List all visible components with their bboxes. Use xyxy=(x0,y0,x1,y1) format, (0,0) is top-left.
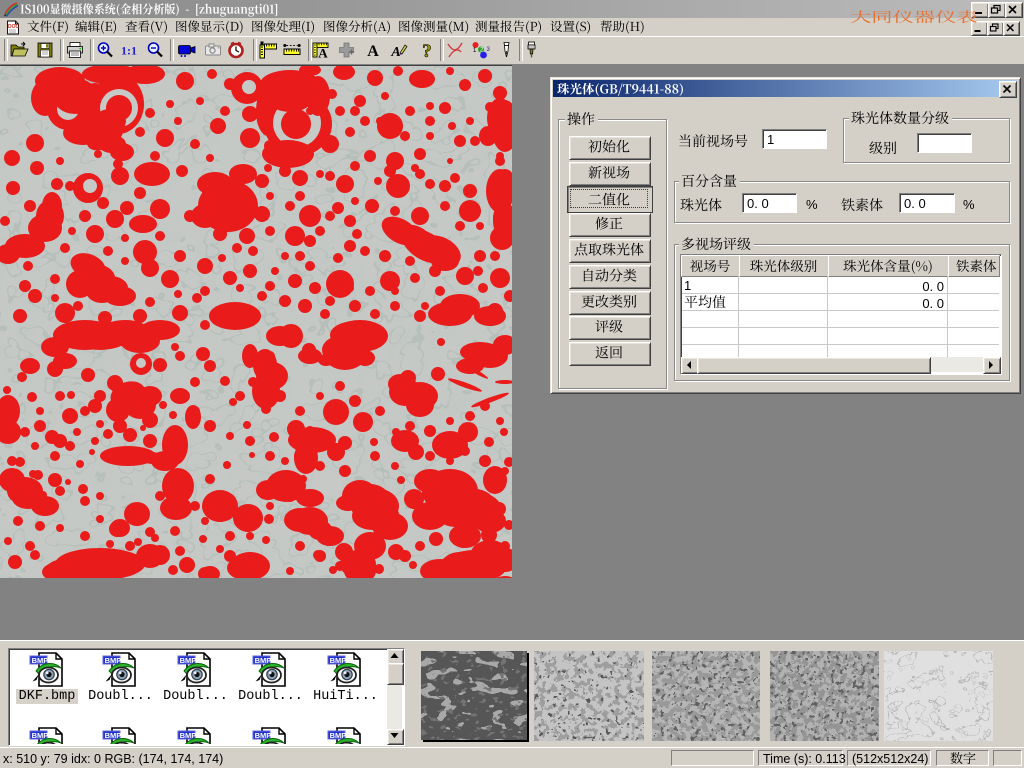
svg-text:?: ? xyxy=(422,41,432,60)
svg-text:DOC: DOC xyxy=(8,24,20,30)
svg-text:A: A xyxy=(390,45,400,60)
svg-text:1: 1 xyxy=(473,48,477,54)
svg-text:1:1: 1:1 xyxy=(121,44,137,58)
svg-text:A: A xyxy=(318,46,328,61)
svg-text:3: 3 xyxy=(487,47,491,53)
svg-text:A: A xyxy=(367,43,379,60)
